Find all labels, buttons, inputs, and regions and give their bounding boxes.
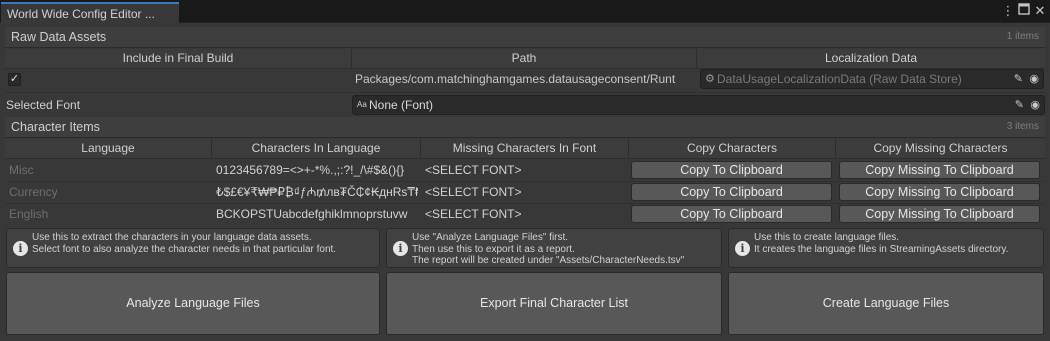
window-tab[interactable]: World Wide Config Editor ...	[1, 2, 179, 23]
copy-missing-to-clipboard-button[interactable]: Copy Missing To Clipboard	[839, 183, 1040, 201]
column-header-characters-in-language[interactable]: Characters In Language	[212, 139, 421, 159]
info-icon: i	[13, 241, 28, 256]
missing-characters: <SELECT FONT>	[425, 185, 522, 199]
character-items-header: Character Items 3 items	[5, 117, 1045, 138]
help-line: Use this to create language files.	[754, 232, 900, 243]
missing-characters: <SELECT FONT>	[425, 163, 522, 177]
localization-data-value: DataUsageLocalizationData (Raw Data Stor…	[717, 72, 962, 86]
info-icon: i	[393, 241, 408, 256]
help-box-export: i Use "Analyze Language Files" first. Th…	[386, 228, 722, 268]
info-icon: i	[735, 241, 750, 256]
edit-pencil-icon[interactable]: ✎	[1014, 72, 1023, 85]
font-icon: Aa	[357, 100, 367, 109]
language-name: English	[9, 207, 49, 221]
object-picker-icon[interactable]: ◉	[1030, 98, 1040, 111]
copy-to-clipboard-button[interactable]: Copy To Clipboard	[631, 183, 832, 201]
column-header-copy-missing-characters[interactable]: Copy Missing Characters	[836, 139, 1045, 159]
column-header-language[interactable]: Language	[5, 139, 212, 159]
analyze-language-files-button[interactable]: Analyze Language Files	[6, 272, 380, 335]
column-header-localization-data[interactable]: Localization Data	[697, 49, 1045, 69]
divider	[5, 92, 1045, 93]
language-name: Currency	[9, 185, 58, 199]
selected-font-field[interactable]: Aa None (Font) ✎ ◉	[352, 95, 1045, 115]
column-header-copy-characters[interactable]: Copy Characters	[629, 139, 836, 159]
copy-to-clipboard-button[interactable]: Copy To Clipboard	[631, 205, 832, 223]
asset-path: Packages/com.matchinghamgames.datausagec…	[355, 72, 676, 86]
selected-font-value: None (Font)	[369, 98, 434, 112]
help-line: Then use this to export it as a report.	[412, 243, 575, 255]
include-in-final-build-checkbox[interactable]: ✓	[8, 73, 21, 86]
characters-in-language: BCKOPSTUabcdefghiklmnoprstuvw	[216, 207, 408, 221]
maximize-icon[interactable]	[1016, 3, 1032, 19]
character-items-count: 3 items	[1006, 121, 1039, 132]
column-header-include[interactable]: Include in Final Build	[5, 49, 352, 69]
help-line: It creates the language files in Streami…	[754, 243, 1009, 255]
window-title-bar: World Wide Config Editor ... ⋮ ✕	[0, 0, 1050, 23]
characters-in-language: ₺$£€¥₹₩₱₽₿₫ƒ₼₥лв₮Č₵¢₭днRs₸₦	[216, 185, 418, 199]
column-header-path[interactable]: Path	[352, 49, 697, 69]
close-icon[interactable]: ✕	[1032, 3, 1048, 19]
raw-data-assets-header: Raw Data Assets 1 items	[5, 27, 1045, 48]
language-name: Misc	[9, 163, 34, 177]
copy-missing-to-clipboard-button[interactable]: Copy Missing To Clipboard	[839, 205, 1040, 223]
help-line: The report will be created under "Assets…	[412, 255, 685, 266]
help-line: Select font to also analyze the characte…	[32, 243, 337, 255]
column-header-missing-characters[interactable]: Missing Characters In Font	[421, 139, 629, 159]
raw-data-assets-count: 1 items	[1006, 31, 1039, 42]
create-language-files-button[interactable]: Create Language Files	[728, 272, 1044, 335]
kebab-menu-icon[interactable]: ⋮	[1000, 3, 1016, 19]
missing-characters: <SELECT FONT>	[425, 207, 522, 221]
localization-data-field[interactable]: ⚙ DataUsageLocalizationData (Raw Data St…	[700, 69, 1044, 89]
scriptable-object-icon: ⚙	[705, 73, 715, 85]
copy-to-clipboard-button[interactable]: Copy To Clipboard	[631, 161, 832, 179]
help-box-create: i Use this to create language files. It …	[728, 228, 1044, 268]
selected-font-label: Selected Font	[6, 98, 81, 112]
characters-in-language: 0123456789=<>+-*%.,;:?!_/\#$&(){}	[216, 163, 405, 177]
help-line: Use this to extract the characters in yo…	[32, 232, 312, 243]
copy-missing-to-clipboard-button[interactable]: Copy Missing To Clipboard	[839, 161, 1040, 179]
help-box-analyze: i Use this to extract the characters in …	[6, 228, 380, 268]
raw-data-assets-title: Raw Data Assets	[11, 30, 107, 44]
help-line: Use "Analyze Language Files" first.	[412, 232, 569, 243]
object-picker-icon[interactable]: ◉	[1029, 72, 1039, 85]
edit-pencil-icon[interactable]: ✎	[1015, 98, 1024, 111]
export-final-character-list-button[interactable]: Export Final Character List	[386, 272, 722, 335]
character-items-title: Character Items	[11, 120, 100, 134]
